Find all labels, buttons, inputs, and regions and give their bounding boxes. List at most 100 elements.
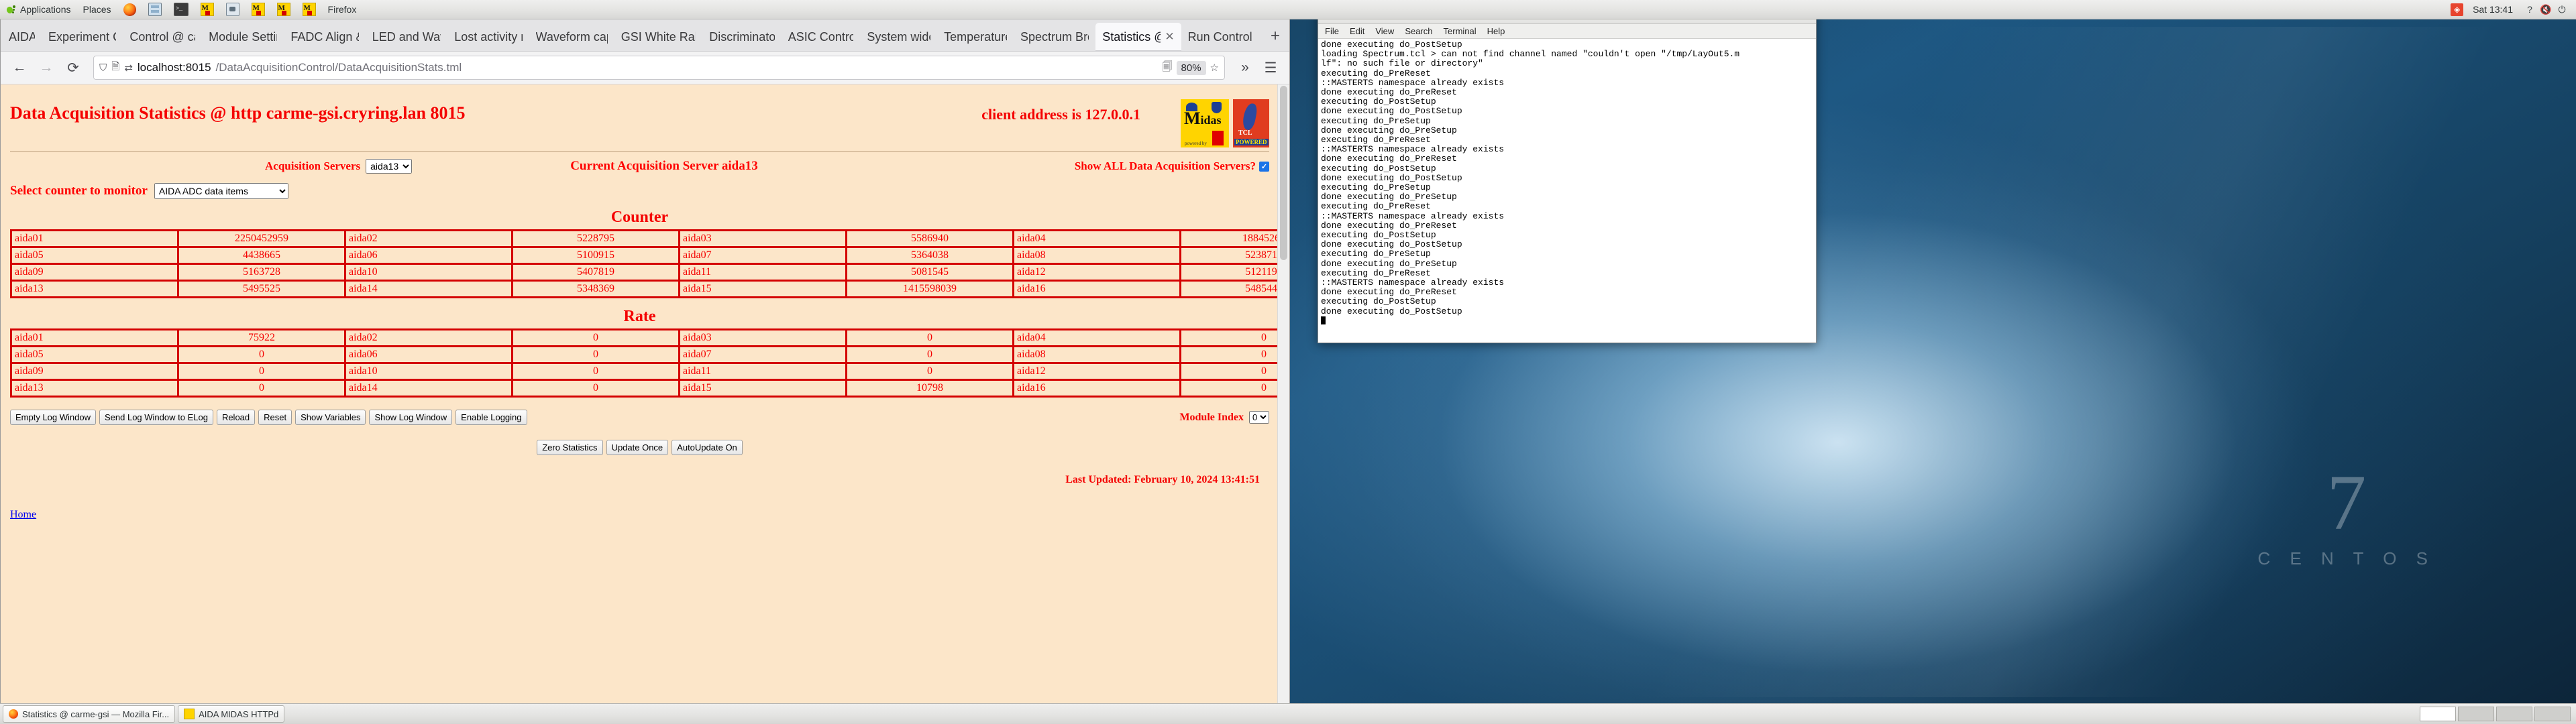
tab-label: Temperature (944, 29, 1008, 44)
hamburger-menu-icon[interactable]: ☰ (1258, 56, 1283, 79)
workspace-4[interactable] (2534, 707, 2571, 721)
launcher-screenshot[interactable] (220, 1, 246, 18)
tab-asic-control[interactable]: ASIC Control (782, 23, 861, 51)
places-menu[interactable]: Places (77, 1, 117, 18)
send-log-window-to-elog-button[interactable]: Send Log Window to ELog (99, 410, 213, 425)
gnome-foot-icon (5, 5, 16, 15)
tab-gsi-white-rabbit[interactable]: GSI White Rab (614, 23, 703, 51)
workspace-2[interactable] (2458, 707, 2494, 721)
panel-clock[interactable]: Sat 13:41 (2465, 4, 2521, 15)
counter-name: aida10 (344, 263, 513, 282)
page-icon[interactable]: 🗎 (111, 60, 119, 76)
tab-aida[interactable]: AIDA (2, 23, 42, 51)
table-row: aida09 0 aida10 0 aida11 0 aida12 0 (10, 362, 1289, 381)
help-icon[interactable]: ? (2522, 2, 2537, 17)
launcher-firefox[interactable] (117, 1, 142, 18)
reload-button[interactable]: Reload (216, 410, 256, 425)
reload-icon[interactable]: ⟳ (61, 56, 85, 79)
zoom-level[interactable]: 80% (1176, 60, 1206, 75)
menu-view[interactable]: View (1375, 26, 1394, 36)
applications-menu[interactable]: Applications (0, 1, 77, 18)
workspace-switcher[interactable] (2420, 707, 2576, 721)
reset-button[interactable]: Reset (258, 410, 292, 425)
menu-search[interactable]: Search (1405, 26, 1432, 36)
launcher-file-manager[interactable] (142, 1, 168, 18)
url-host: localhost:8015 (137, 61, 211, 74)
window-list-taskbar: Statistics @ carme-gsi — Mozilla Fir... … (0, 703, 2576, 724)
scrollbar-thumb[interactable] (1280, 86, 1287, 260)
input-method-icon[interactable]: ◈ (2451, 3, 2464, 16)
back-icon[interactable]: ← (7, 56, 32, 79)
table-row: aida13 0 aida14 0 aida15 10798 aida16 0 (10, 379, 1289, 398)
taskbar-item-firefox[interactable]: Statistics @ carme-gsi — Mozilla Fir... (3, 705, 176, 723)
rate-value: 0 (1179, 379, 1289, 398)
acquisition-servers-select[interactable]: aida13 (366, 159, 413, 174)
rate-name: aida09 (10, 362, 179, 381)
tab-waveform-capture[interactable]: Waveform cap (529, 23, 614, 51)
overflow-icon[interactable]: » (1233, 56, 1257, 79)
module-index-label: Module Index (1179, 411, 1244, 423)
zero-statistics-button[interactable]: Zero Statistics (537, 440, 603, 455)
home-link[interactable]: Home (10, 509, 1269, 521)
enable-logging-button[interactable]: Enable Logging (455, 410, 527, 425)
places-menu-label: Places (83, 4, 111, 15)
page-scrollbar[interactable] (1277, 84, 1289, 710)
shield-icon[interactable]: ⛉ (99, 62, 107, 74)
launcher-midas-3[interactable]: M (271, 1, 297, 18)
workspace-3[interactable] (2496, 707, 2532, 721)
close-icon[interactable]: ✕ (1165, 30, 1174, 44)
active-window-title[interactable]: Firefox (322, 1, 363, 18)
update-once-button[interactable]: Update Once (606, 440, 669, 455)
tab-experiment[interactable]: Experiment C (42, 23, 123, 51)
launcher-midas-1[interactable]: M (195, 1, 220, 18)
taskbar-item-terminal[interactable]: AIDA MIDAS HTTPd (178, 705, 285, 723)
tab-run-control[interactable]: Run Control ( (1181, 23, 1261, 51)
tab-label: Control @ ca (129, 29, 196, 44)
show-log-window-button[interactable]: Show Log Window (369, 410, 453, 425)
new-tab-button[interactable]: + (1261, 27, 1289, 51)
show-all-servers-group[interactable]: Show ALL Data Acquisition Servers? ✓ (1075, 160, 1269, 173)
screenshot-icon (225, 3, 239, 16)
menu-file[interactable]: File (1325, 26, 1339, 36)
launcher-midas-2[interactable]: M (246, 1, 271, 18)
menu-edit[interactable]: Edit (1350, 26, 1364, 36)
forward-icon[interactable]: → (34, 56, 58, 79)
tab-discriminator[interactable]: Discriminator (702, 23, 782, 51)
tab-spectrum-browser[interactable]: Spectrum Bro (1014, 23, 1095, 51)
tab-control[interactable]: Control @ ca (123, 23, 202, 51)
tab-fadc-align[interactable]: FADC Align & (284, 23, 365, 51)
tab-lost-activity[interactable]: Lost activity n (447, 23, 529, 51)
menu-terminal[interactable]: Terminal (1444, 26, 1477, 36)
counter-name: aida13 (10, 280, 179, 298)
launcher-midas-4[interactable]: M (297, 1, 322, 18)
counter-value: 1415598039 (845, 280, 1014, 298)
volume-muted-icon[interactable]: 🔇 (2538, 2, 2553, 17)
power-icon[interactable]: ⏻ (2555, 2, 2569, 17)
reader-mode-icon[interactable]: ⇄ (124, 62, 133, 74)
firefox-window: AIDA Experiment C Control @ ca Module Se… (0, 19, 1290, 711)
tab-module-settings[interactable]: Module Settin (202, 23, 284, 51)
workspace-1[interactable] (2420, 707, 2456, 721)
menu-help[interactable]: Help (1487, 26, 1505, 36)
address-bar[interactable]: ⛉ 🗎 ⇄ localhost:8015/DataAcquisitionCont… (93, 56, 1225, 80)
autoupdate-on-button[interactable]: AutoUpdate On (672, 440, 743, 455)
show-all-servers-checkbox[interactable]: ✓ (1259, 161, 1269, 172)
counter-select[interactable]: AIDA ADC data items (154, 183, 288, 199)
reader-icon[interactable]: 🗐 (1163, 60, 1173, 76)
tab-system-wide[interactable]: System wide (860, 23, 937, 51)
select-counter-label: Select counter to monitor (10, 184, 148, 198)
show-variables-button[interactable]: Show Variables (295, 410, 366, 425)
counter-table: aida01 2250452959 aida02 5228795 aida03 558… (10, 229, 1289, 298)
tab-temperature[interactable]: Temperature (937, 23, 1014, 51)
counter-name: aida03 (678, 229, 847, 248)
counter-value: 4438665 (177, 246, 346, 265)
star-icon[interactable]: ☆ (1210, 62, 1219, 74)
launcher-terminal[interactable]: >_ (168, 1, 195, 18)
module-index-select[interactable]: 0 (1249, 411, 1269, 424)
tab-led-and-waveform[interactable]: LED and Wav (366, 23, 448, 51)
terminal-output[interactable]: done executing do_PostSetup loading Spec… (1318, 39, 1816, 343)
terminal-menubar: File Edit View Search Terminal Help (1318, 24, 1816, 39)
tab-statistics[interactable]: Statistics @ ✕ (1095, 23, 1181, 51)
counter-value: 5495525 (177, 280, 346, 298)
empty-log-window-button[interactable]: Empty Log Window (10, 410, 96, 425)
